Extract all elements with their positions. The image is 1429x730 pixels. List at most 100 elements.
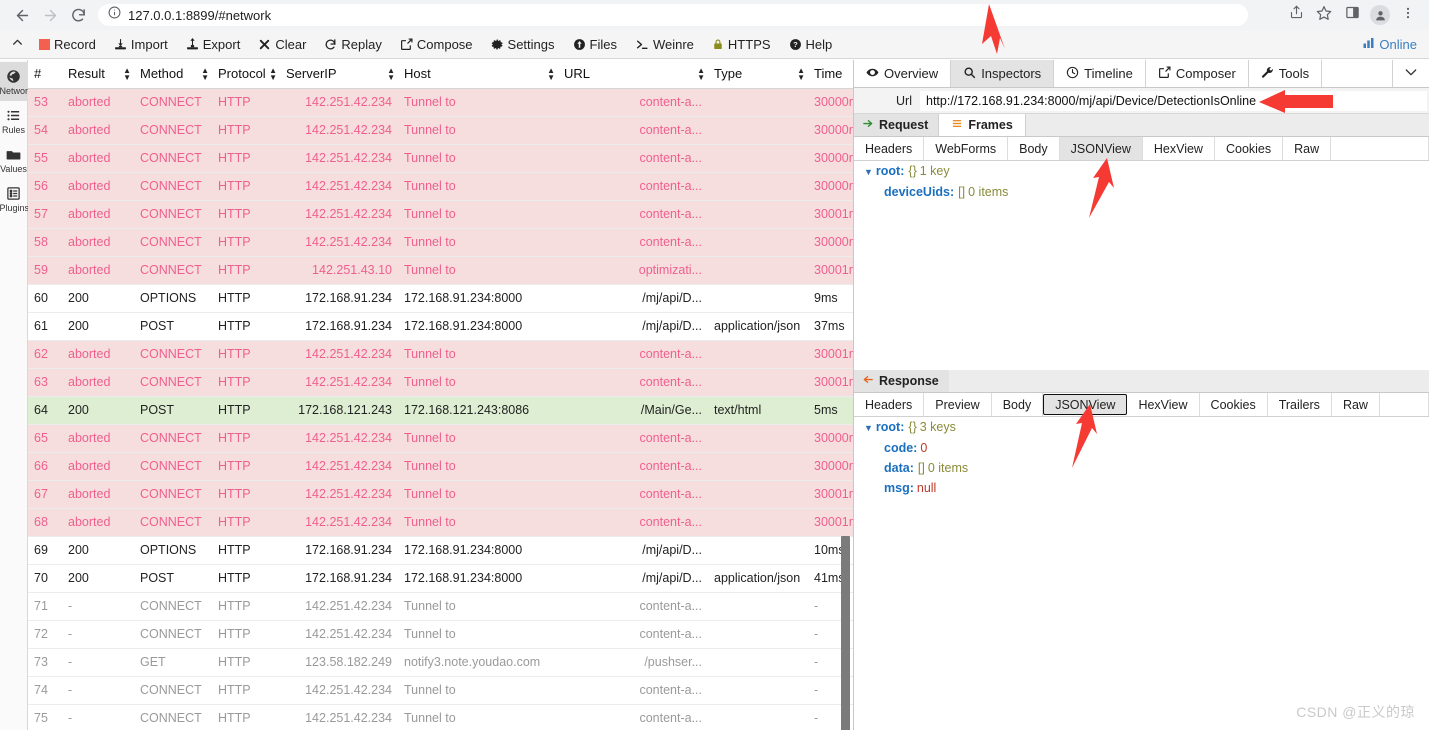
column-header-time[interactable]: Time▲▼ xyxy=(808,60,853,89)
table-row[interactable]: 57 aborted CONNECT HTTP 142.251.42.234 Tunnel… xyxy=(28,200,853,229)
response-subtab-trailers[interactable]: Trailers xyxy=(1268,393,1332,416)
sort-toggle-icon[interactable]: ▲ ▼ xyxy=(547,66,555,81)
column-header-protocol[interactable]: Protocol ▲ ▼ xyxy=(212,60,280,89)
inspector-more-button[interactable] xyxy=(1393,60,1429,87)
sort-toggle-icon[interactable]: ▲ ▼ xyxy=(123,66,131,81)
table-row[interactable]: 75- CONNECT HTTP 142.251.42.234 Tunnel to con… xyxy=(28,704,853,730)
toolbar-export-button[interactable]: Export xyxy=(177,30,250,58)
json-child-line[interactable]: code: 0 xyxy=(854,438,1429,458)
table-row[interactable]: 53 aborted CONNECT HTTP 142.251.42.234 Tunnel… xyxy=(28,88,853,117)
request-subtab-webforms[interactable]: WebForms xyxy=(924,137,1009,160)
frames-tab[interactable]: Frames xyxy=(938,114,1026,136)
table-row[interactable]: 65 aborted CONNECT HTTP 142.251.42.234 Tunnel… xyxy=(28,424,853,453)
column-header-num[interactable]: # xyxy=(28,60,62,89)
table-row[interactable]: 68 aborted CONNECT HTTP 142.251.42.234 Tunnel… xyxy=(28,508,853,537)
tab-inspectors[interactable]: Inspectors xyxy=(951,60,1055,87)
response-title[interactable]: Response xyxy=(854,370,949,392)
sidebar-item-rules[interactable]: Rules xyxy=(0,101,28,140)
session-list-scrollbar-thumb[interactable] xyxy=(841,536,850,730)
request-subtab-cookies[interactable]: Cookies xyxy=(1215,137,1284,160)
reload-button[interactable] xyxy=(64,1,92,29)
tab-tools[interactable]: Tools xyxy=(1248,60,1323,87)
table-row[interactable]: 67 aborted CONNECT HTTP 142.251.42.234 Tunnel… xyxy=(28,480,853,509)
column-header-type[interactable]: Type ▲ ▼ xyxy=(708,60,808,89)
request-subtab-raw[interactable]: Raw xyxy=(1283,137,1332,160)
column-header-result[interactable]: Result ▲ ▼ xyxy=(62,60,134,89)
table-row[interactable]: 59 aborted CONNECT HTTP 142.251.43.10 Tunnel … xyxy=(28,256,853,285)
table-row[interactable]: 60 200 OPTIONS HTTP 172.168.91.234 172.168.91… xyxy=(28,284,853,313)
response-subtab-preview[interactable]: Preview xyxy=(924,393,992,416)
sort-toggle-icon[interactable]: ▲ ▼ xyxy=(201,66,209,81)
toolbar-clear-button[interactable]: Clear xyxy=(249,30,315,58)
profile-button[interactable] xyxy=(1367,2,1393,28)
response-subtab-raw[interactable]: Raw xyxy=(1332,393,1380,416)
side-panel-button[interactable] xyxy=(1339,2,1365,28)
response-subtab-hexview[interactable]: HexView xyxy=(1127,393,1200,416)
back-button[interactable] xyxy=(8,1,36,29)
request-title[interactable]: Request xyxy=(854,114,939,136)
forward-button[interactable] xyxy=(36,1,64,29)
table-row[interactable]: 72- CONNECT HTTP 142.251.42.234 Tunnel to con… xyxy=(28,620,853,649)
table-row[interactable]: 58 aborted CONNECT HTTP 142.251.42.234 Tunnel… xyxy=(28,228,853,257)
table-row[interactable]: 62 aborted CONNECT HTTP 142.251.42.234 Tunnel… xyxy=(28,340,853,369)
sort-toggle-icon[interactable]: ▲ ▼ xyxy=(387,66,395,81)
column-header-host[interactable]: Host ▲ ▼ xyxy=(398,60,558,89)
table-row[interactable]: 54 aborted CONNECT HTTP 142.251.42.234 Tunnel… xyxy=(28,116,853,145)
toolbar-https-button[interactable]: HTTPS xyxy=(703,30,780,58)
sidebar-item-plugins[interactable]: Plugins xyxy=(0,179,28,218)
request-subtab-jsonview[interactable]: JSONView xyxy=(1059,137,1143,160)
omnibox[interactable]: 127.0.0.1:8899/#network xyxy=(98,4,1248,26)
collapse-triangle-icon[interactable]: ▼ xyxy=(864,423,873,433)
json-child-line[interactable]: msg: null xyxy=(854,478,1429,498)
table-row[interactable]: 73- GET HTTP 123.58.182.249 notify3.note.you… xyxy=(28,648,853,677)
toolbar-files-button[interactable]: Files xyxy=(564,30,626,58)
tab-timeline[interactable]: Timeline xyxy=(1054,60,1146,87)
sort-toggle-icon[interactable]: ▲ ▼ xyxy=(797,66,805,81)
json-root-line[interactable]: ▼ root:{} 1 key xyxy=(854,161,1429,182)
table-row[interactable]: 66 aborted CONNECT HTTP 142.251.42.234 Tunnel… xyxy=(28,452,853,481)
bookmark-button[interactable] xyxy=(1311,2,1337,28)
table-row[interactable]: 64 200 POST HTTP 172.168.121.243 172.168.121.… xyxy=(28,396,853,425)
request-subtab-hexview[interactable]: HexView xyxy=(1143,137,1215,160)
json-root-line[interactable]: ▼ root:{} 3 keys xyxy=(854,417,1429,438)
response-subtab-jsonview[interactable]: JSONView xyxy=(1043,394,1128,415)
table-row[interactable]: 55 aborted CONNECT HTTP 142.251.42.234 Tunnel… xyxy=(28,144,853,173)
browser-menu-button[interactable] xyxy=(1395,2,1421,28)
inspector-splitter[interactable] xyxy=(854,363,1429,370)
table-row[interactable]: 71- CONNECT HTTP 142.251.42.234 Tunnel to con… xyxy=(28,592,853,621)
response-subtab-body[interactable]: Body xyxy=(992,393,1044,416)
toolbar-weinre-button[interactable]: Weinre xyxy=(626,30,703,58)
table-row[interactable]: 63 aborted CONNECT HTTP 142.251.42.234 Tunnel… xyxy=(28,368,853,397)
toolbar-replay-button[interactable]: Replay xyxy=(315,30,390,58)
request-subtab-headers[interactable]: Headers xyxy=(854,137,925,160)
sort-toggle-icon[interactable]: ▲ ▼ xyxy=(269,66,277,81)
tab-composer[interactable]: Composer xyxy=(1145,60,1249,87)
share-button[interactable] xyxy=(1283,2,1309,28)
collapse-triangle-icon[interactable]: ▼ xyxy=(864,167,873,177)
response-subtab-cookies[interactable]: Cookies xyxy=(1200,393,1268,416)
tab-overview[interactable]: Overview xyxy=(854,60,952,87)
json-child-line[interactable]: data:[] 0 items xyxy=(854,458,1429,478)
toolbar-settings-button[interactable]: Settings xyxy=(482,30,564,58)
column-header-serverip[interactable]: ServerIP ▲ ▼ xyxy=(280,60,398,89)
table-row[interactable]: 61 200 POST HTTP 172.168.91.234 172.168.91.23… xyxy=(28,312,853,341)
table-row[interactable]: 74- CONNECT HTTP 142.251.42.234 Tunnel to con… xyxy=(28,676,853,705)
json-child-line[interactable]: deviceUids:[] 0 items xyxy=(854,182,1429,202)
toolbar-compose-button[interactable]: Compose xyxy=(391,30,482,58)
toolbar-import-button[interactable]: Import xyxy=(105,30,177,58)
column-header-method[interactable]: Method ▲ ▼ xyxy=(134,60,212,89)
online-status-button[interactable]: Online xyxy=(1362,37,1417,52)
sidebar-item-network[interactable]: Network xyxy=(0,62,28,101)
table-row[interactable]: 56 aborted CONNECT HTTP 142.251.42.234 Tunnel… xyxy=(28,172,853,201)
toolbar-help-button[interactable]: ? Help xyxy=(780,30,842,58)
table-row[interactable]: 70 200 POST HTTP 172.168.91.234 172.168.91.23… xyxy=(28,564,853,593)
column-header-url[interactable]: URL ▲ ▼ xyxy=(558,60,708,89)
sidebar-item-values[interactable]: Values xyxy=(0,140,28,179)
table-row[interactable]: 69 200 OPTIONS HTTP 172.168.91.234 172.168.91… xyxy=(28,536,853,565)
toolbar-collapse-button[interactable] xyxy=(4,31,30,57)
sort-toggle-icon[interactable]: ▲ ▼ xyxy=(697,66,705,81)
response-subtab-headers[interactable]: Headers xyxy=(854,393,925,416)
toolbar-record-button[interactable]: Record xyxy=(30,30,105,58)
url-value-field[interactable]: http://172.168.91.234:8000/mj/api/Device… xyxy=(920,90,1427,111)
request-subtab-body[interactable]: Body xyxy=(1008,137,1060,160)
